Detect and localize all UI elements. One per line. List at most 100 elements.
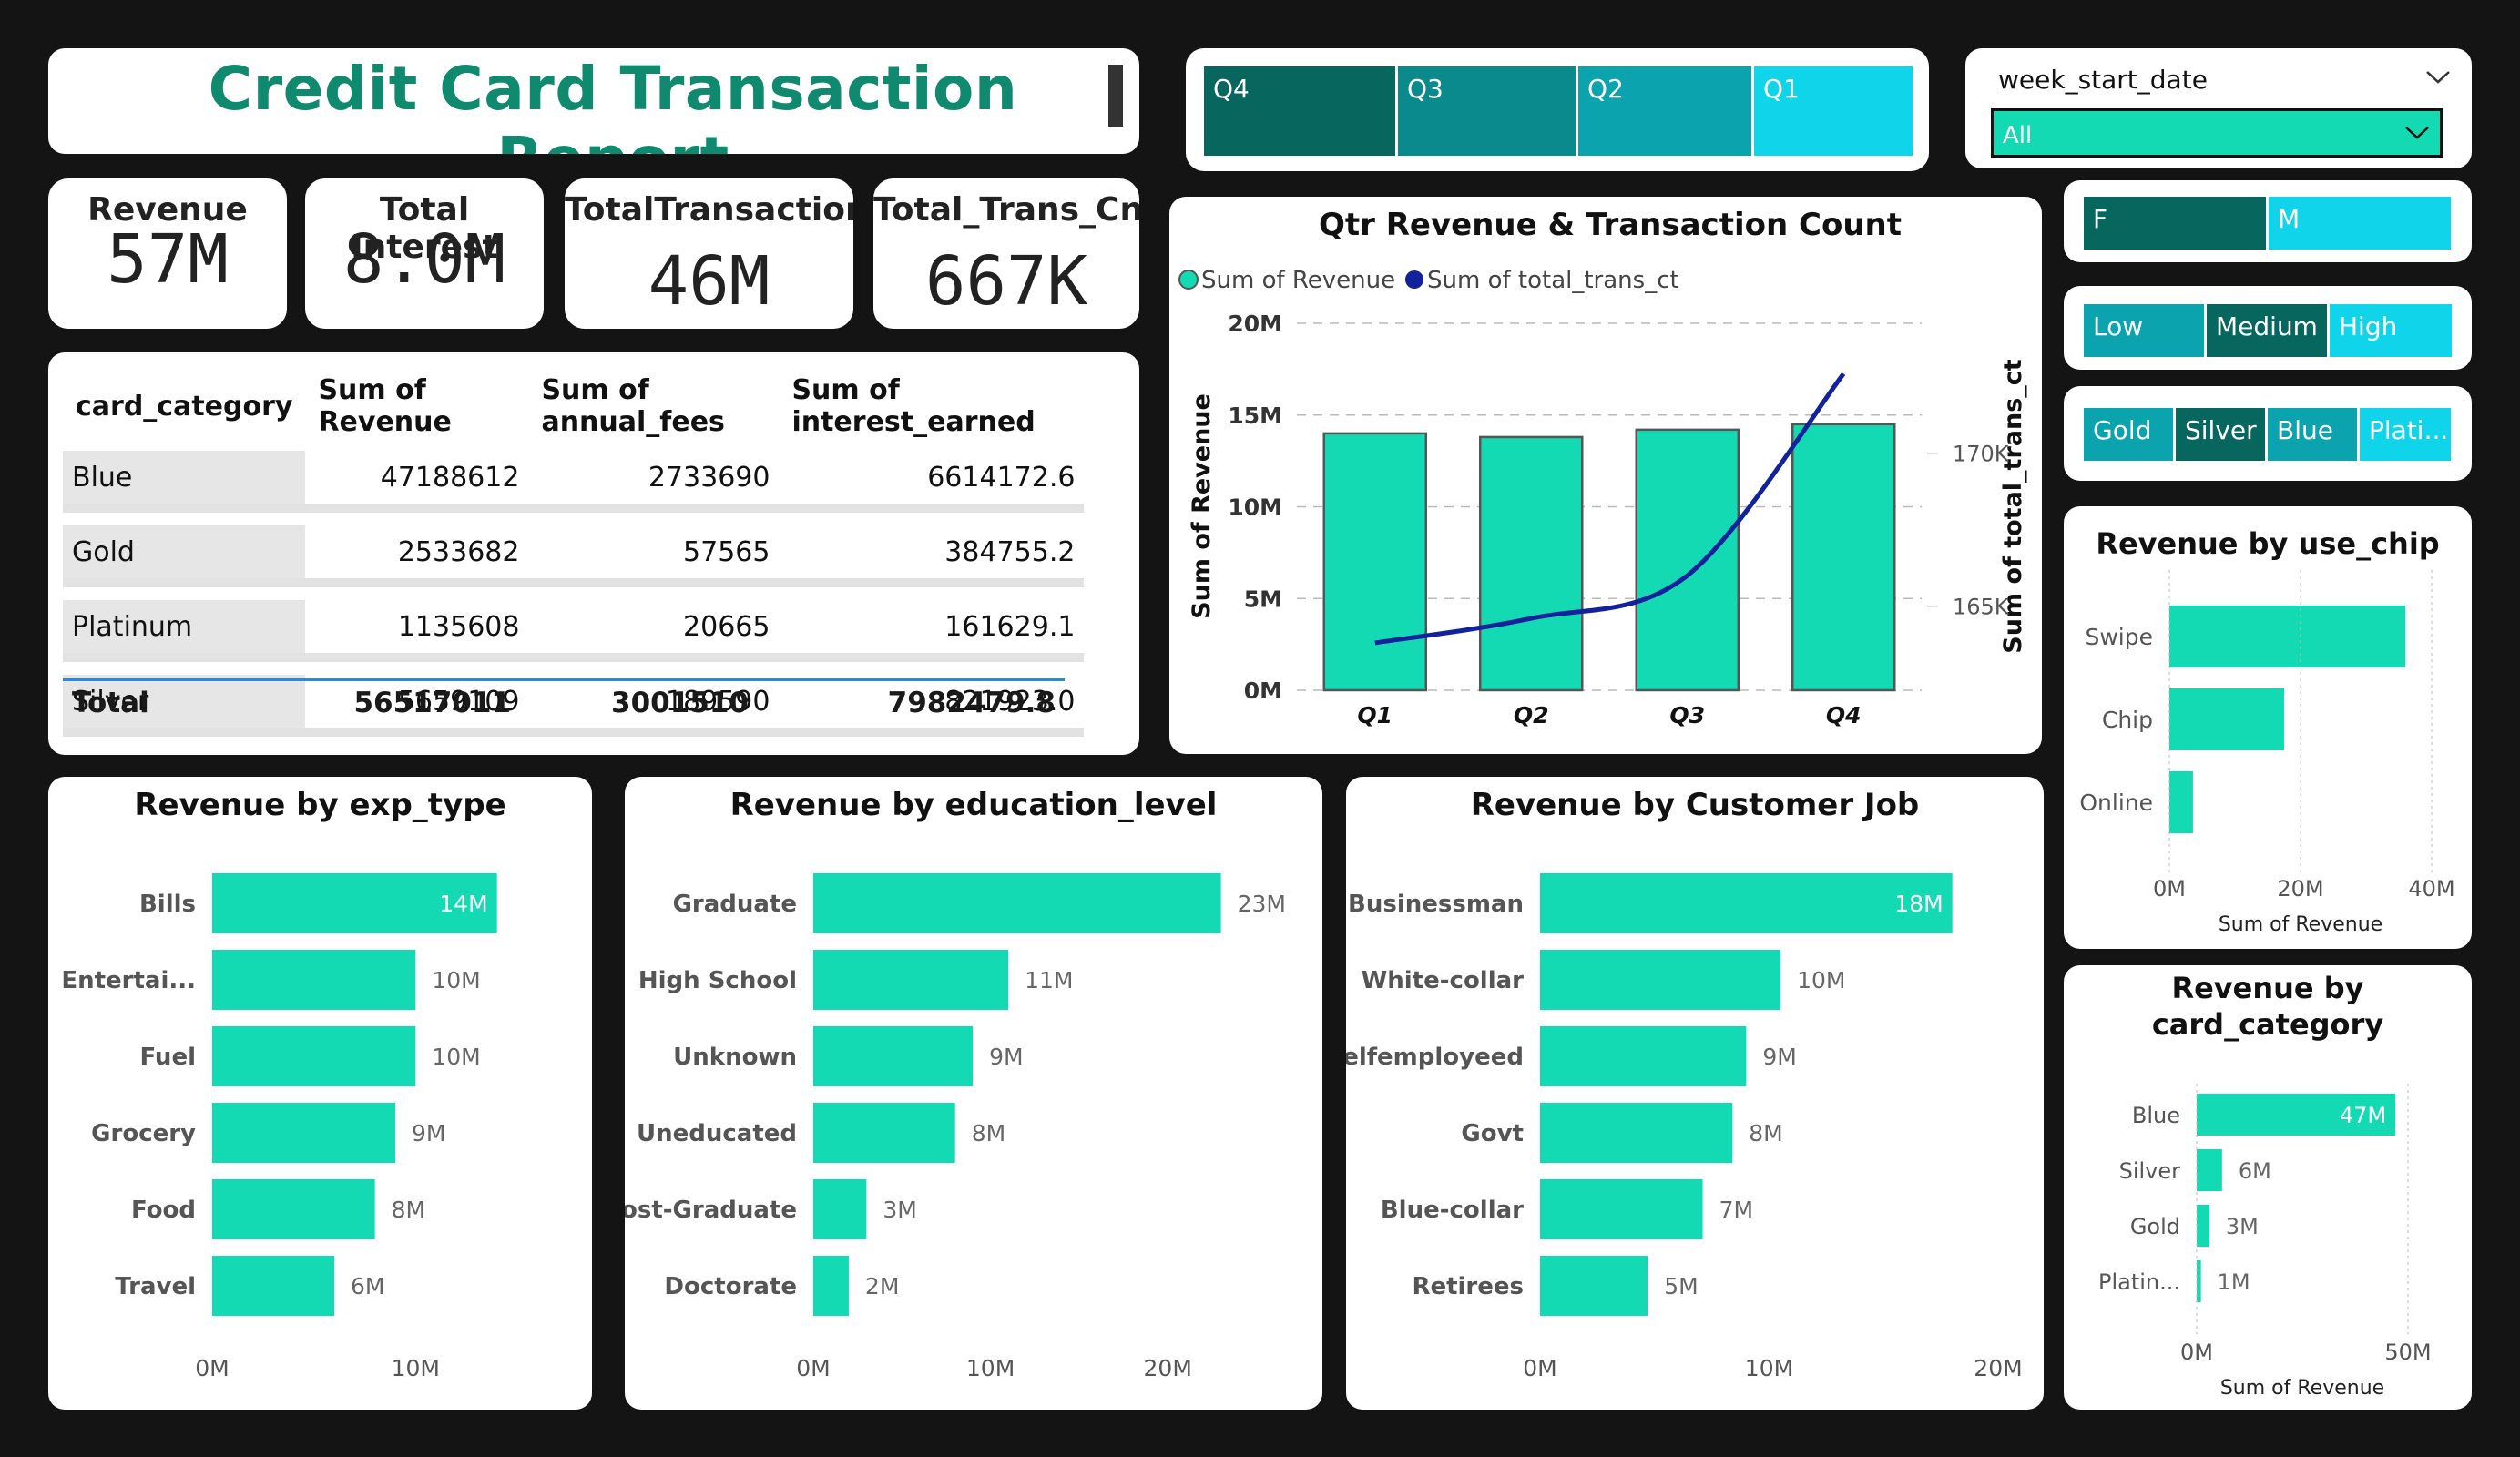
exp-type-chart: Revenue by exp_type Bills 14M Entertai... 10… xyxy=(61,787,505,1381)
bar xyxy=(1540,1256,1648,1316)
category-label: Bills xyxy=(139,891,196,918)
data-label: 47M xyxy=(2340,1103,2386,1128)
cell-revenue: 2533682 xyxy=(305,525,529,587)
column-header[interactable]: card_category xyxy=(63,374,305,438)
chevron-down-icon[interactable] xyxy=(2424,68,2452,87)
x-tick-label: 20M xyxy=(2277,876,2323,902)
category-label: Doctorate xyxy=(664,1273,797,1300)
bar xyxy=(1540,1179,1703,1239)
category-label: Blue xyxy=(2132,1103,2180,1128)
exp-type-chart-card: Revenue by exp_type Bills 14M Entertai... 10… xyxy=(48,777,592,1410)
bar xyxy=(1791,423,1896,692)
data-label: 6M xyxy=(351,1273,384,1299)
use-chip-chart: Revenue by use_chip Swipe Chip Online 0M 20M 4… xyxy=(2079,526,2454,936)
card-option-silver[interactable]: Silver xyxy=(2176,408,2265,461)
legend-marker-revenue xyxy=(1178,270,1199,290)
kpi-value: 46M xyxy=(648,242,770,321)
income-option-high[interactable]: High xyxy=(2330,304,2452,357)
bar xyxy=(813,873,1221,933)
job-chart: Revenue by Customer Job Businessman 18M Whi… xyxy=(1346,787,2023,1381)
column-header[interactable]: Sum of annual_fees xyxy=(528,374,779,438)
chart-title: Revenue by Customer Job xyxy=(1471,787,1920,823)
category-label: Entertai... xyxy=(61,967,196,994)
category-label: Grocery xyxy=(91,1120,196,1147)
table-row[interactable]: Platinum 1135608 20665 161629.1 xyxy=(63,600,1085,662)
cell-category: Blue xyxy=(63,451,306,513)
x-tick-label: 10M xyxy=(966,1355,1015,1381)
table-row[interactable]: Blue 47188612 2733690 6614172.6 xyxy=(63,451,1085,513)
x-tick-label: 10M xyxy=(392,1355,440,1381)
quarter-option-q2[interactable]: Q2 xyxy=(1578,66,1751,156)
category-label: Travel xyxy=(115,1273,196,1300)
card-category-chart: Revenue bycard_category Blue 47M Silver 6M Go… xyxy=(2098,971,2432,1400)
data-label: 7M xyxy=(1719,1197,1753,1223)
data-label: 8M xyxy=(392,1197,425,1223)
total-label: Total xyxy=(72,687,149,719)
bar xyxy=(813,950,1009,1010)
chart-title: card_category xyxy=(2152,1007,2383,1042)
kpi-value: 57M xyxy=(107,220,229,299)
column-header[interactable]: Sum of Revenue xyxy=(305,374,528,438)
data-label: 3M xyxy=(883,1197,916,1223)
report-title: Credit Card Transaction Report xyxy=(208,54,1018,154)
income-option-medium[interactable]: Medium xyxy=(2207,304,2327,357)
cell-interest: 161629.1 xyxy=(779,600,1085,662)
table-row[interactable]: Gold 2533682 57565 384755.2 xyxy=(63,525,1085,587)
x-tick-label: 40M xyxy=(2408,876,2454,902)
bar xyxy=(813,1103,955,1163)
data-label: 10M xyxy=(1797,967,1845,993)
kpi-label: TotalTransaction xyxy=(565,191,853,229)
trans-count-line xyxy=(1374,372,1846,646)
scrollbar[interactable] xyxy=(1108,65,1123,127)
kpi-total-trans-cnt: Total_Trans_Cnt 667K xyxy=(873,178,1139,329)
card-option-gold[interactable]: Gold xyxy=(2084,408,2173,461)
data-label: 23M xyxy=(1238,891,1286,917)
quarter-option-q1[interactable]: Q1 xyxy=(1754,66,1913,156)
bar xyxy=(2169,688,2284,750)
kpi-value: 8.0M xyxy=(342,220,506,299)
y-tick-label: 20M xyxy=(1228,311,1282,337)
week-filter-value: All xyxy=(2003,122,2033,149)
category-label: Silver xyxy=(2119,1158,2181,1184)
gender-option-m[interactable]: M xyxy=(2269,197,2451,250)
x-axis-title: Sum of Revenue xyxy=(2220,1377,2384,1400)
category-label: Food xyxy=(131,1197,196,1224)
gender-option-f[interactable]: F xyxy=(2084,197,2266,250)
category-label: Businessman xyxy=(1348,891,1524,918)
kpi-revenue: Revenue 57M xyxy=(48,178,287,329)
category-label: Post-Graduate xyxy=(625,1197,797,1224)
week-filter-label: week_start_date xyxy=(1998,65,2208,95)
category-label: Chip xyxy=(2102,707,2153,733)
category-label: Govt xyxy=(1461,1120,1524,1147)
cell-interest: 6614172.6 xyxy=(779,451,1085,513)
income-slicer: Low Medium High xyxy=(2084,304,2452,357)
x-tick-label: Q4 xyxy=(1826,702,1862,728)
cell-category: Platinum xyxy=(63,600,306,662)
card-option-blue[interactable]: Blue xyxy=(2268,408,2357,461)
income-option-low[interactable]: Low xyxy=(2084,304,2204,357)
bar xyxy=(212,1256,334,1316)
card-option-platinum[interactable]: Plati... xyxy=(2360,408,2451,461)
y-tick-label: 15M xyxy=(1228,402,1282,429)
x-tick-label: 10M xyxy=(1745,1355,1793,1381)
quarter-option-q3[interactable]: Q3 xyxy=(1398,66,1576,156)
legend-marker-trans xyxy=(1405,270,1423,289)
data-label: 14M xyxy=(439,891,487,917)
y-tick-label: 10M xyxy=(1228,494,1282,521)
kpi-label: Total_Trans_Cnt xyxy=(873,191,1139,229)
quarter-option-q4[interactable]: Q4 xyxy=(1204,66,1395,156)
bar xyxy=(2169,606,2406,667)
use-chip-chart-card: Revenue by use_chip Swipe Chip Online 0M 20M 4… xyxy=(2064,506,2472,949)
data-label: 8M xyxy=(972,1120,1005,1146)
chart-title: Revenue by xyxy=(2171,971,2363,1005)
y-axis-title: Sum of Revenue xyxy=(1188,393,1216,619)
x-tick-label: 0M xyxy=(2180,1340,2213,1365)
x-tick-label: 20M xyxy=(1144,1355,1192,1381)
gender-slicer: F M xyxy=(2084,197,2452,250)
x-tick-label: Q3 xyxy=(1669,702,1705,728)
chart-title: Qtr Revenue & Transaction Count xyxy=(1319,207,1902,243)
x-tick-label: 0M xyxy=(796,1355,830,1381)
column-header[interactable]: Sum of interest_earned xyxy=(779,374,1084,438)
cell-interest: 384755.2 xyxy=(779,525,1085,587)
week-filter-select[interactable]: All xyxy=(1991,108,2443,158)
